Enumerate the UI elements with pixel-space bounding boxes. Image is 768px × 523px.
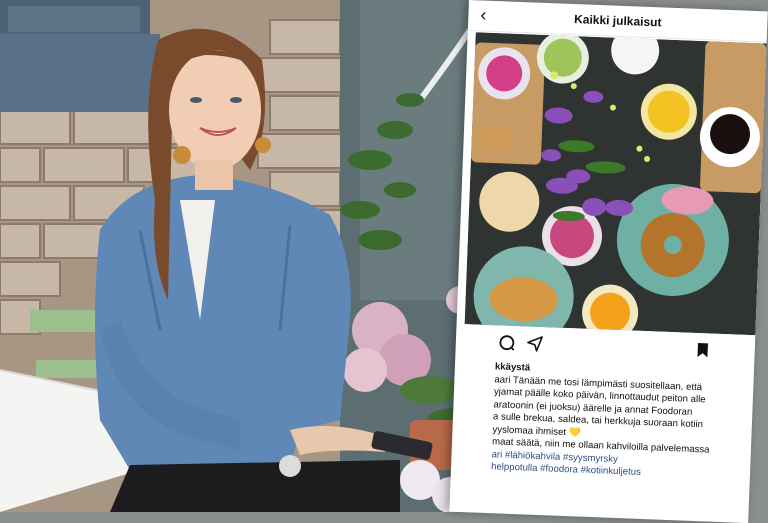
photo-scene: ‹ Kaikki julkaisut kkäystä aari Tänään m…	[0, 0, 768, 523]
header-title: Kaikki julkaisut	[573, 12, 662, 30]
instagram-post-screenshot: ‹ Kaikki julkaisut kkäystä aari Tänään m…	[449, 0, 768, 523]
comment-icon[interactable]	[498, 333, 517, 352]
share-icon[interactable]	[526, 334, 545, 353]
food-table-photo	[464, 32, 767, 336]
post-actions	[497, 333, 748, 363]
post-caption: kkäystä aari Tänään me tosi lämpimästi s…	[491, 361, 755, 483]
bookmark-icon[interactable]	[693, 341, 712, 360]
chevron-left-icon[interactable]: ‹	[480, 4, 487, 25]
